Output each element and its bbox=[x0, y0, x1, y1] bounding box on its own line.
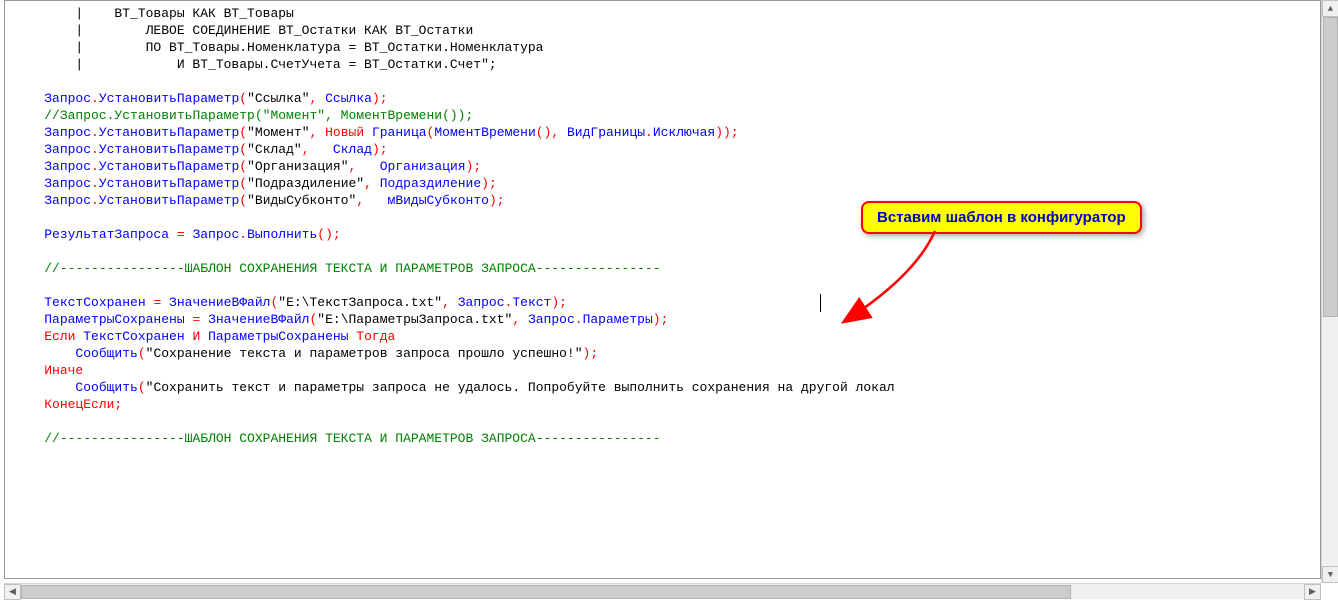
code-line[interactable]: Сообщить("Сохранение текста и параметров… bbox=[13, 345, 1312, 362]
text-cursor bbox=[820, 294, 821, 312]
code-line[interactable]: Иначе bbox=[13, 362, 1312, 379]
code-line[interactable]: Запрос.УстановитьПараметр("Ссылка", Ссыл… bbox=[13, 90, 1312, 107]
scroll-up-button[interactable]: ▲ bbox=[1322, 0, 1338, 17]
scroll-down-button[interactable]: ▼ bbox=[1322, 566, 1338, 583]
code-line[interactable]: //----------------ШАБЛОН СОХРАНЕНИЯ ТЕКС… bbox=[13, 260, 1312, 277]
scroll-right-button[interactable]: ▶ bbox=[1304, 584, 1321, 600]
code-line[interactable]: | И ВТ_Товары.СчетУчета = ВТ_Остатки.Сче… bbox=[13, 56, 1312, 73]
code-line[interactable]: | ВТ_Товары КАК ВТ_Товары bbox=[13, 5, 1312, 22]
code-line[interactable]: Запрос.УстановитьПараметр("Организация",… bbox=[13, 158, 1312, 175]
code-line[interactable]: ПараметрыСохранены = ЗначениеВФайл("E:\П… bbox=[13, 311, 1312, 328]
code-line[interactable]: | ЛЕВОЕ СОЕДИНЕНИЕ ВТ_Остатки КАК ВТ_Ост… bbox=[13, 22, 1312, 39]
code-editor[interactable]: | ВТ_Товары КАК ВТ_Товары | ЛЕВОЕ СОЕДИН… bbox=[4, 0, 1321, 579]
code-line[interactable]: Сообщить("Сохранить текст и параметры за… bbox=[13, 379, 1312, 396]
code-line[interactable]: Запрос.УстановитьПараметр("Склад", Склад… bbox=[13, 141, 1312, 158]
code-line[interactable] bbox=[13, 413, 1312, 430]
code-line[interactable] bbox=[13, 243, 1312, 260]
horizontal-scrollbar[interactable]: ◀ ▶ bbox=[4, 583, 1321, 599]
code-line[interactable]: //Запрос.УстановитьПараметр("Момент", Мо… bbox=[13, 107, 1312, 124]
code-line[interactable]: КонецЕсли; bbox=[13, 396, 1312, 413]
code-line[interactable] bbox=[13, 277, 1312, 294]
code-line[interactable]: Запрос.УстановитьПараметр("Подраздиление… bbox=[13, 175, 1312, 192]
code-line[interactable]: //----------------ШАБЛОН СОХРАНЕНИЯ ТЕКС… bbox=[13, 430, 1312, 447]
code-line[interactable]: ТекстСохранен = ЗначениеВФайл("E:\ТекстЗ… bbox=[13, 294, 1312, 311]
code-line[interactable] bbox=[13, 73, 1312, 90]
annotation-callout: Вставим шаблон в конфигуратор bbox=[861, 201, 1142, 234]
code-line[interactable]: | ПО ВТ_Товары.Номенклатура = ВТ_Остатки… bbox=[13, 39, 1312, 56]
code-line[interactable]: Запрос.УстановитьПараметр("Момент", Новы… bbox=[13, 124, 1312, 141]
code-line[interactable]: Если ТекстСохранен И ПараметрыСохранены … bbox=[13, 328, 1312, 345]
vertical-scroll-thumb[interactable] bbox=[1323, 17, 1338, 317]
horizontal-scroll-thumb[interactable] bbox=[21, 585, 1071, 599]
vertical-scrollbar[interactable]: ▲ ▼ bbox=[1321, 0, 1338, 583]
scroll-left-button[interactable]: ◀ bbox=[4, 584, 21, 600]
annotation-text: Вставим шаблон в конфигуратор bbox=[877, 209, 1126, 226]
